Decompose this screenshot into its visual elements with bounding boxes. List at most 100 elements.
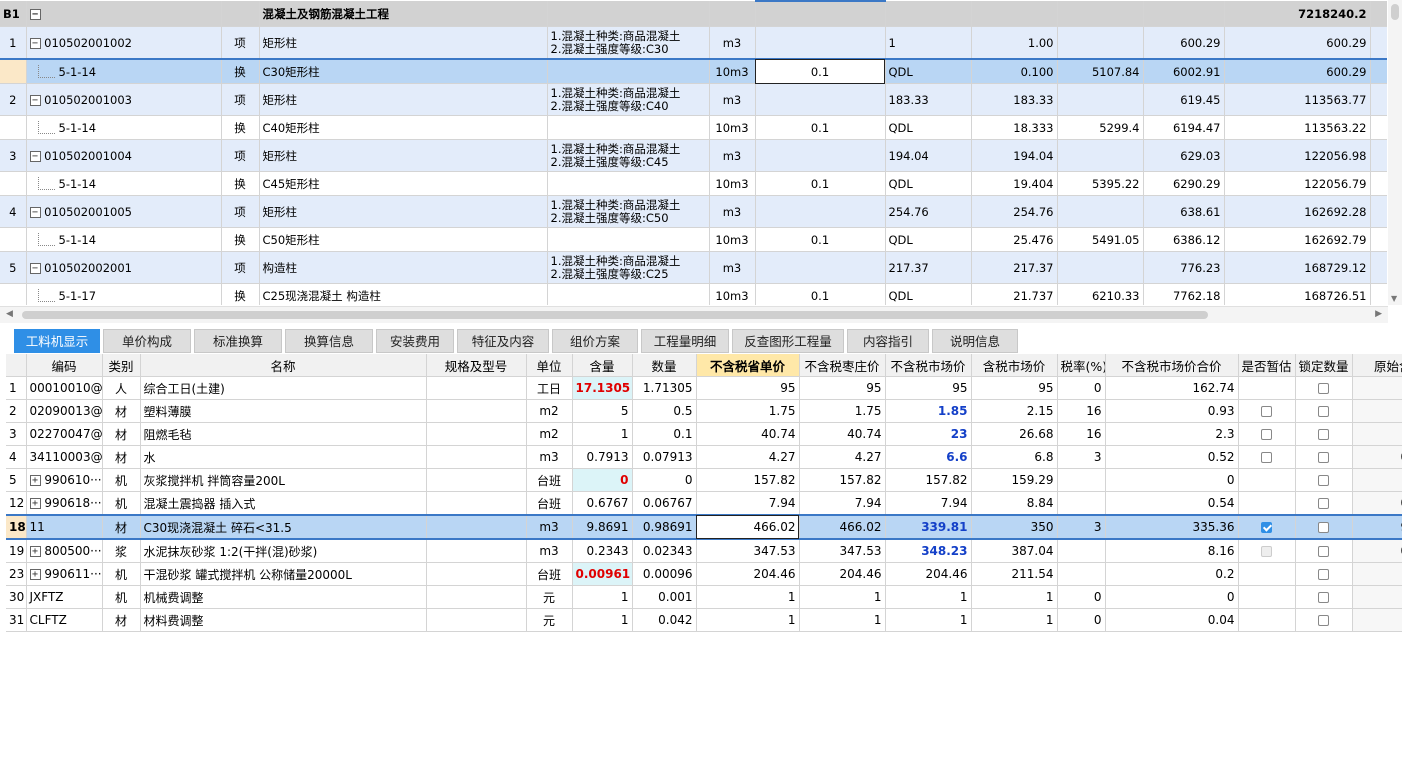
resource-code-cell[interactable]: 11 (26, 514, 103, 540)
checkbox-icon[interactable] (1318, 546, 1329, 557)
tab-9[interactable]: 反查图形工程量 (732, 329, 844, 353)
resource-row[interactable]: 12 + 990618··· 机混凝土震捣器 插入式 台班 0.6767 0.06767 7… (6, 491, 1402, 516)
resource-spec[interactable] (426, 585, 527, 609)
column-header[interactable]: 数量 (632, 354, 697, 377)
column-header[interactable]: 含税市场价 (971, 354, 1058, 377)
item-name[interactable]: 矩形柱 (259, 195, 548, 228)
resource-row[interactable]: 23 + 990611··· 机干混砂浆 罐式搅拌机 公称储量20000L 台班 0.0… (6, 562, 1402, 586)
estimate-cell[interactable] (1238, 585, 1296, 609)
estimate-cell[interactable] (1238, 608, 1296, 632)
tax-rate[interactable] (1057, 539, 1106, 563)
content-cell[interactable]: 9.8691 (572, 514, 633, 540)
column-header[interactable]: 不含税枣庄价 (799, 354, 886, 377)
resource-name[interactable]: 混凝土震捣器 插入式 (140, 491, 427, 516)
minus-box-icon[interactable]: − (29, 37, 41, 49)
content-cell[interactable]: 0.1 (755, 283, 886, 305)
column-header[interactable]: 不含税省单价 (696, 354, 800, 377)
item-code-cell[interactable]: − 010502001005 (26, 195, 222, 228)
tax-market-price[interactable]: 26.68 (971, 422, 1058, 446)
checkbox-icon[interactable] (1318, 569, 1329, 580)
tax-rate[interactable]: 16 (1057, 399, 1106, 423)
tax-market-price[interactable]: 6.8 (971, 445, 1058, 469)
checkbox-icon[interactable] (1318, 383, 1329, 394)
tax-market-price[interactable]: 387.04 (971, 539, 1058, 563)
resource-spec[interactable] (426, 445, 527, 469)
estimate-cell[interactable] (1238, 445, 1296, 469)
section-row[interactable]: B1 − 混凝土及钢筋混凝土工程 7218240.2 (0, 0, 1387, 27)
checkbox-icon[interactable] (1318, 452, 1329, 463)
item-name[interactable]: 构造柱 (259, 251, 548, 284)
lock-qty-cell[interactable] (1295, 608, 1353, 632)
resource-row[interactable]: 5 + 990610··· 机灰浆搅拌机 拌筒容量200L 台班 0 0 157.82 157… (6, 468, 1402, 492)
estimate-cell[interactable] (1238, 491, 1296, 516)
estimate-cell[interactable] (1238, 468, 1296, 492)
resource-name[interactable]: C30现浇混凝土 碎石<31.5 (140, 514, 427, 540)
lock-qty-cell[interactable] (1295, 445, 1353, 469)
resource-code-cell[interactable]: 02090013@1 (26, 399, 103, 423)
minus-box-icon[interactable]: − (29, 206, 41, 218)
quota-row[interactable]: 5-1-14 换 C30矩形柱 10m3 0.1 QDL 0.100 5107.84 6002.… (0, 58, 1387, 84)
quantity[interactable]: 21.737 (971, 283, 1058, 305)
market-price-cell[interactable]: 95 (885, 376, 972, 400)
item-description[interactable] (547, 58, 710, 84)
tax-market-price[interactable]: 1 (971, 585, 1058, 609)
vertical-scrollbar[interactable]: ▼ (1388, 0, 1402, 305)
scroll-right-icon[interactable]: ▶ (1375, 309, 1382, 319)
quantity[interactable]: 25.476 (971, 227, 1058, 252)
resource-name[interactable]: 塑料薄膜 (140, 399, 427, 423)
lock-qty-cell[interactable] (1295, 491, 1353, 516)
content-cell[interactable] (755, 139, 886, 172)
column-header[interactable]: 单位 (526, 354, 573, 377)
quantity-expression[interactable]: 254.76 (885, 195, 972, 228)
content-cell[interactable]: 0 (572, 468, 633, 492)
quantity-expression[interactable]: 1 (885, 26, 972, 60)
item-code-cell[interactable]: 5-1-14 (26, 171, 222, 196)
item-code-cell[interactable]: 5-1-14 (26, 115, 222, 140)
resource-code-cell[interactable]: 02270047@1 (26, 422, 103, 446)
resource-name[interactable]: 阻燃毛毡 (140, 422, 427, 446)
estimate-cell[interactable] (1238, 399, 1296, 423)
lock-qty-cell[interactable] (1295, 376, 1353, 400)
province-unit-price[interactable]: 1 (696, 585, 800, 609)
item-description[interactable]: 1.混凝土种类:商品混凝土 2.混凝土强度等级:C30 (547, 26, 710, 60)
item-code-cell[interactable]: 5-1-17 (26, 283, 222, 305)
checkbox-icon[interactable] (1318, 615, 1329, 626)
resource-row[interactable]: 100010010@1人综合工日(土建)工日17.13051.713059595… (6, 376, 1402, 400)
resource-row[interactable]: 30JXFTZ机机械费调整元10.0011111001 (6, 585, 1402, 609)
province-unit-price[interactable]: 7.94 (696, 491, 800, 516)
lock-qty-cell[interactable] (1295, 468, 1353, 492)
scroll-down-icon[interactable]: ▼ (1391, 294, 1397, 303)
market-price-cell[interactable]: 6.6 (885, 445, 972, 469)
tab-3[interactable]: 标准换算 (194, 329, 282, 353)
content-cell[interactable]: 17.1305 (572, 376, 633, 400)
tab-8[interactable]: 工程量明细 (641, 329, 729, 353)
quantity-expression[interactable]: 194.04 (885, 139, 972, 172)
lock-qty-cell[interactable] (1295, 562, 1353, 586)
bill-item-row[interactable]: 3− 010502001004 项矩形柱 1.混凝土种类:商品混凝土 2.混凝土强度等… (0, 139, 1387, 172)
quota-row[interactable]: 5-1-14 换 C45矩形柱 10m3 0.1 QDL 19.404 5395.22 6290… (0, 171, 1387, 196)
resource-row[interactable]: 18 11 材 C30现浇混凝土 碎石<31.5 m3 9.8691 0.98691 466.… (6, 514, 1402, 540)
checkbox-icon[interactable] (1318, 498, 1329, 509)
quantity[interactable]: 18.333 (971, 115, 1058, 140)
quantity[interactable]: 183.33 (971, 83, 1058, 116)
market-price-cell[interactable]: 204.46 (885, 562, 972, 586)
item-description[interactable] (547, 283, 710, 305)
market-price-cell[interactable]: 157.82 (885, 468, 972, 492)
quantity-expression[interactable]: QDL (885, 227, 972, 252)
column-header[interactable]: 类别 (102, 354, 141, 377)
tax-rate[interactable]: 0 (1057, 585, 1106, 609)
quantity[interactable]: 194.04 (971, 139, 1058, 172)
content-cell[interactable]: 1 (572, 422, 633, 446)
plus-box-icon[interactable]: + (29, 475, 41, 486)
column-header[interactable]: 含量 (572, 354, 633, 377)
market-price-cell[interactable]: 23 (885, 422, 972, 446)
quantity-expression[interactable]: QDL (885, 283, 972, 305)
estimate-cell[interactable] (1238, 422, 1296, 446)
market-price-cell[interactable]: 1 (885, 608, 972, 632)
resource-spec[interactable] (426, 514, 527, 540)
quantity[interactable]: 217.37 (971, 251, 1058, 284)
tab-5[interactable]: 安装费用 (376, 329, 454, 353)
quota-row[interactable]: 5-1-14 换 C40矩形柱 10m3 0.1 QDL 18.333 5299.4 6194.… (0, 115, 1387, 140)
column-header[interactable] (6, 354, 27, 377)
content-cell[interactable]: 0.2343 (572, 539, 633, 563)
